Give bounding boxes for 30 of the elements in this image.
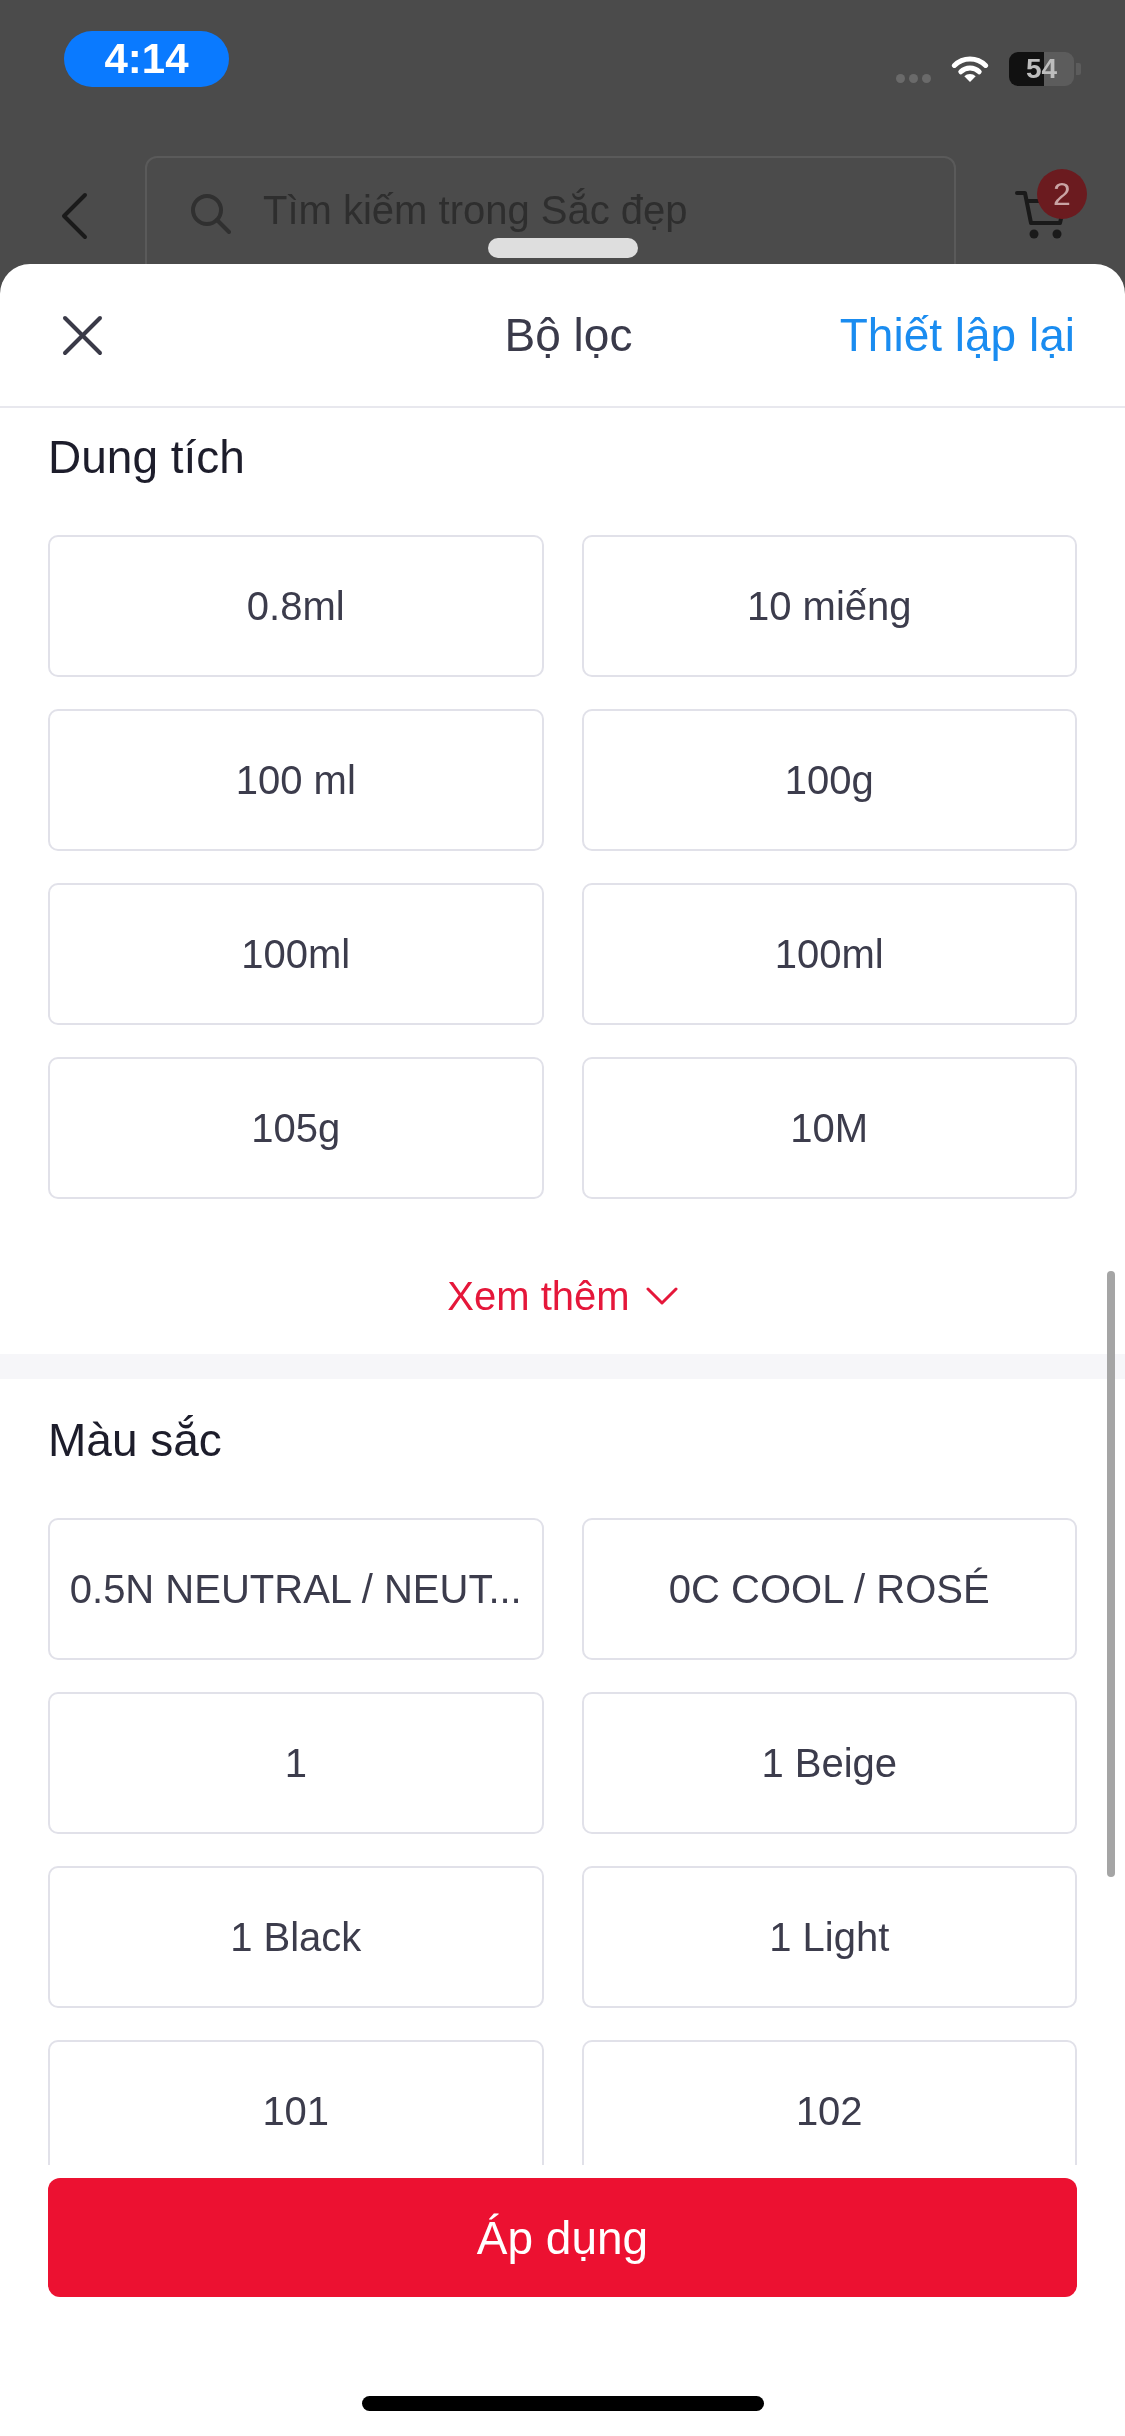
filter-option[interactable]: 0C COOL / ROSÉ	[581, 1518, 1077, 1660]
filter-option[interactable]: 0.5N NEUTRAL / NEUT...	[48, 1518, 544, 1660]
filter-option[interactable]: 101	[48, 2040, 544, 2165]
status-time: 4:14	[64, 31, 229, 87]
wifi-icon	[951, 55, 989, 83]
filter-option[interactable]: 1	[48, 1692, 544, 1834]
battery-indicator: 54	[1009, 52, 1081, 86]
filter-option[interactable]: 10 miếng	[581, 535, 1077, 677]
filter-option[interactable]: 100ml	[48, 883, 544, 1025]
signal-dots-icon	[896, 73, 931, 83]
filter-option[interactable]: 1 Light	[581, 1866, 1077, 2008]
close-icon[interactable]	[62, 314, 103, 356]
section-title: Dung tích	[48, 430, 245, 485]
filter-option[interactable]: 100ml	[581, 883, 1077, 1025]
filter-option[interactable]: 102	[581, 2040, 1077, 2165]
filter-option[interactable]: 1 Beige	[581, 1692, 1077, 1834]
chevron-down-icon	[645, 1287, 678, 1305]
apply-button[interactable]: Áp dụng	[48, 2178, 1077, 2297]
sheet-title: Bộ lọc	[504, 308, 633, 362]
filter-option[interactable]: 100 ml	[48, 709, 544, 851]
filter-option[interactable]: 0.8ml	[48, 535, 544, 677]
filter-option[interactable]: 10M	[581, 1057, 1077, 1199]
filter-option[interactable]: 105g	[48, 1057, 544, 1199]
section-title: Màu sắc	[48, 1413, 222, 1468]
see-more-link[interactable]: Xem thêm	[447, 1268, 678, 1324]
filter-option[interactable]: 100g	[581, 709, 1077, 851]
search-icon	[190, 193, 231, 234]
filter-option[interactable]: 1 Black	[48, 1866, 544, 2008]
drag-handle[interactable]	[488, 238, 638, 258]
cart-count-badge: 2	[1037, 169, 1087, 219]
